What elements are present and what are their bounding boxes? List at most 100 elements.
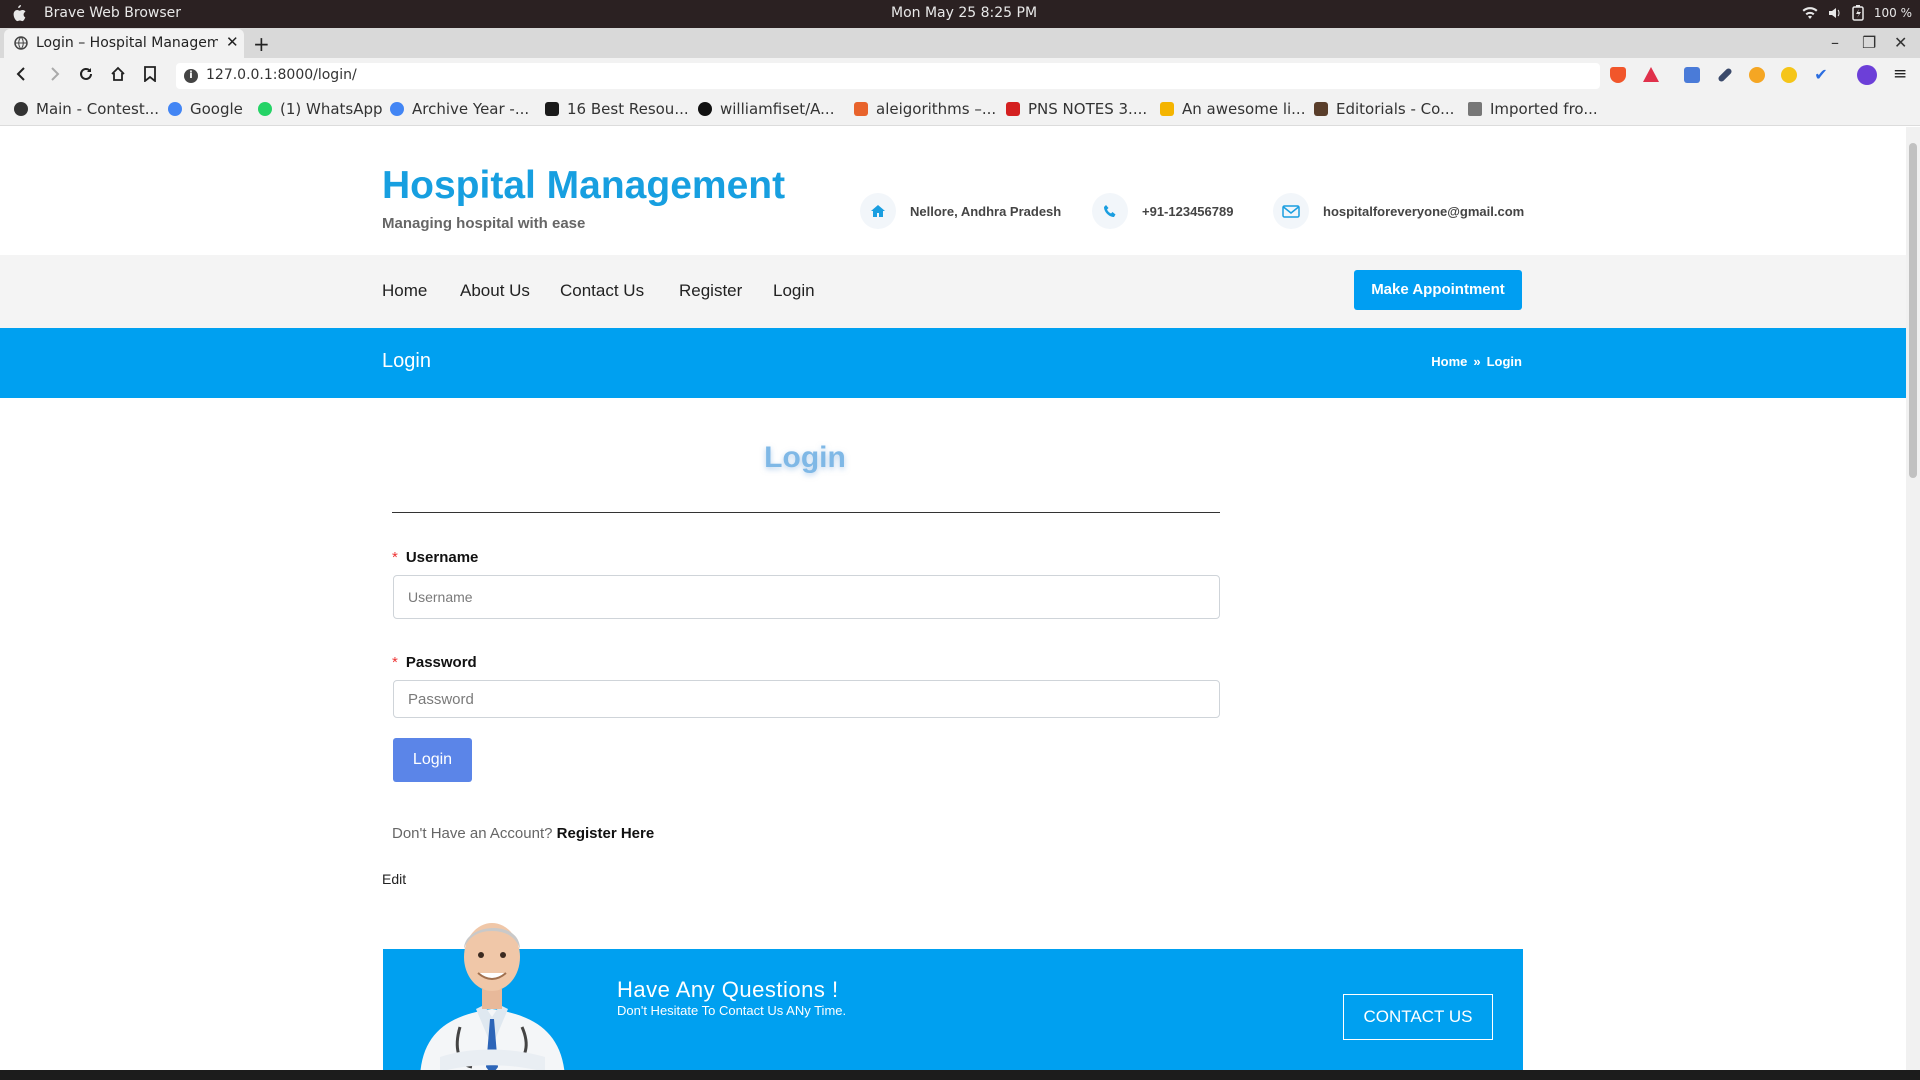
address-bar[interactable]: i 127.0.0.1:8000/login/: [176, 63, 1600, 89]
bookmark-folder[interactable]: Imported fro...: [1468, 100, 1598, 118]
bookmark-item[interactable]: An awesome li...: [1160, 100, 1305, 118]
url-text[interactable]: 127.0.0.1:8000/login/: [206, 67, 357, 83]
bar-chart-icon: [1160, 102, 1174, 116]
no-account-text: Don't Have an Account?: [392, 825, 553, 842]
doctor-image: [420, 923, 565, 1070]
login-heading: Login: [764, 441, 846, 474]
screen-bottom-edge: [0, 1070, 1920, 1080]
tab-title: Login – Hospital Management: [36, 35, 218, 51]
bookmark-item[interactable]: aleigorithms –...: [854, 100, 996, 118]
menu-item-about[interactable]: About Us: [460, 281, 530, 301]
email-text: hospitalforeveryone@gmail.com: [1323, 203, 1525, 219]
system-clock[interactable]: Mon May 25 8:25 PM: [891, 5, 1037, 21]
minimize-icon[interactable]: –: [1831, 33, 1839, 52]
username-label: * Username: [392, 549, 479, 566]
codechef-icon: [1314, 102, 1328, 116]
menu-item-home[interactable]: Home: [382, 281, 427, 301]
brave-rewards-icon[interactable]: [1643, 67, 1659, 82]
register-here-link[interactable]: Register Here: [557, 825, 655, 842]
bookmark-item[interactable]: PNS NOTES 3....: [1006, 100, 1147, 118]
menu-item-register[interactable]: Register: [679, 281, 742, 301]
page-title: Login: [382, 350, 431, 372]
profile-avatar-icon[interactable]: [1857, 65, 1877, 85]
bookmark-item[interactable]: Google: [168, 100, 243, 118]
bookmark-item[interactable]: williamfiset/A...: [698, 100, 834, 118]
username-input[interactable]: [393, 575, 1220, 619]
back-icon[interactable]: [14, 66, 30, 82]
site-info-icon[interactable]: i: [184, 69, 198, 83]
bookmark-item[interactable]: Editorials - Co...: [1314, 100, 1454, 118]
cta-title: Have Any Questions !: [617, 977, 839, 1002]
breadcrumb: Home » Login: [1431, 354, 1522, 369]
home-icon[interactable]: [110, 66, 126, 82]
battery-icon[interactable]: [1852, 5, 1864, 21]
os-top-bar: Brave Web Browser Mon May 25 8:25 PM 100…: [0, 0, 1920, 28]
tab-bar: Login – Hospital Management ✕: [0, 28, 1920, 58]
eyedropper-extension-icon[interactable]: [1717, 67, 1733, 83]
navigation-bar: i 127.0.0.1:8000/login/ ✔ ≡: [0, 58, 1920, 92]
forward-icon[interactable]: [46, 66, 62, 82]
pdf-icon: [1006, 102, 1020, 116]
header-location: Nellore, Andhra Pradesh: [860, 193, 1061, 229]
system-tray: 100 %: [1802, 5, 1912, 21]
apple-icon[interactable]: [10, 5, 26, 23]
bookmark-favicon-icon: [14, 102, 28, 116]
make-appointment-button[interactable]: Make Appointment: [1354, 270, 1522, 310]
bookmark-favicon-icon: [854, 102, 868, 116]
window-close-icon[interactable]: ✕: [1894, 33, 1907, 52]
bookmark-item[interactable]: (1) WhatsApp: [258, 100, 383, 118]
battery-percent: 100 %: [1873, 6, 1912, 20]
menu-item-contact[interactable]: Contact Us: [560, 281, 644, 301]
main-menu: Home About Us Contact Us Register Login: [0, 255, 1906, 328]
tab-close-icon[interactable]: ✕: [226, 33, 239, 51]
required-mark: *: [392, 654, 398, 671]
header-phone: +91-123456789: [1092, 193, 1233, 229]
home-icon: [860, 193, 896, 229]
phone-icon: [1092, 193, 1128, 229]
site-tagline: Managing hospital with ease: [382, 215, 586, 232]
pencil-extension-icon[interactable]: [1781, 67, 1797, 83]
breadcrumb-home-link[interactable]: Home: [1431, 354, 1467, 369]
reload-icon[interactable]: [78, 66, 94, 82]
required-mark: *: [392, 549, 398, 566]
translate-extension-icon[interactable]: [1684, 67, 1700, 83]
page-banner: Login Home » Login: [0, 328, 1906, 398]
password-input[interactable]: [393, 680, 1220, 718]
breadcrumb-separator-icon: »: [1473, 354, 1481, 369]
login-submit-button[interactable]: Login: [393, 738, 472, 782]
browser-menu-icon[interactable]: ≡: [1893, 64, 1907, 84]
wifi-icon[interactable]: [1802, 6, 1818, 20]
register-prompt: Don't Have an Account? Register Here: [392, 825, 654, 842]
bookmark-item[interactable]: Archive Year -...: [390, 100, 529, 118]
volume-icon[interactable]: [1828, 6, 1842, 20]
emoji-extension-icon[interactable]: [1749, 67, 1765, 83]
tab-login[interactable]: Login – Hospital Management ✕: [4, 29, 244, 58]
bookmark-item[interactable]: Main - Contest...: [14, 100, 159, 118]
bookmark-item[interactable]: 16 Best Resou...: [545, 100, 689, 118]
folder-icon: [1468, 102, 1482, 116]
whatsapp-icon: [258, 102, 272, 116]
contact-us-button[interactable]: CONTACT US: [1343, 994, 1493, 1040]
new-tab-icon[interactable]: +: [253, 32, 270, 56]
globe-icon: [14, 36, 28, 50]
site-title[interactable]: Hospital Management: [382, 164, 785, 208]
envelope-icon: [1273, 193, 1309, 229]
phone-text: +91-123456789: [1142, 203, 1234, 219]
edit-link[interactable]: Edit: [382, 871, 406, 887]
google-icon: [168, 102, 182, 116]
scrollbar-thumb[interactable]: [1909, 143, 1917, 478]
github-icon: [698, 102, 712, 116]
menu-item-login[interactable]: Login: [773, 281, 815, 301]
header-email: hospitalforeveryone@gmail.com: [1273, 193, 1524, 229]
page-scrollbar[interactable]: [1906, 127, 1920, 1070]
web-page: Hospital Management Managing hospital wi…: [0, 127, 1906, 1070]
checkmark-extension-icon[interactable]: ✔: [1813, 67, 1829, 83]
bookmark-favicon-icon: [545, 102, 559, 116]
brave-shields-icon[interactable]: [1610, 67, 1626, 83]
restore-icon[interactable]: ❐: [1862, 33, 1876, 52]
location-text: Nellore, Andhra Pradesh: [910, 203, 1062, 219]
active-app-name[interactable]: Brave Web Browser: [44, 5, 181, 21]
bookmark-icon[interactable]: [143, 66, 157, 82]
cta-subtitle: Don't Hesitate To Contact Us ANy Time.: [617, 1003, 847, 1018]
breadcrumb-current: Login: [1486, 354, 1522, 369]
